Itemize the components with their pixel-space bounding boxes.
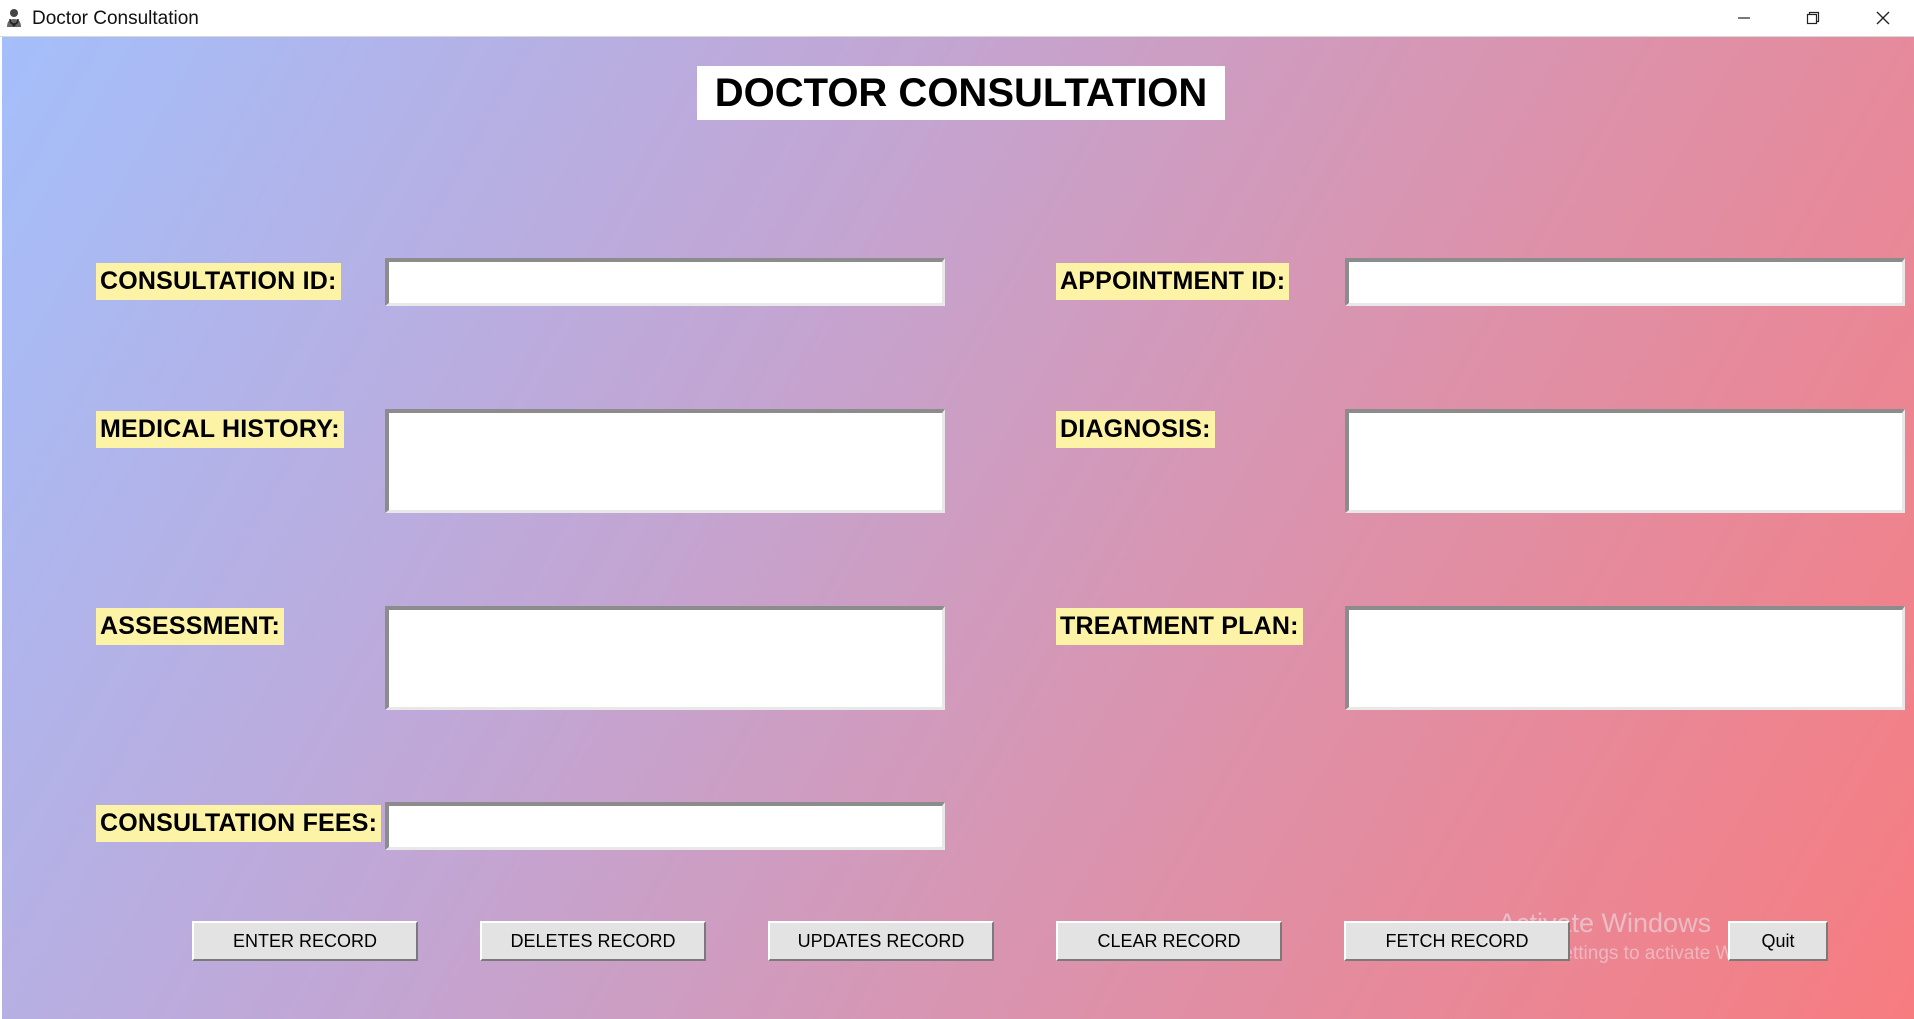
appointment-id-label: APPOINTMENT ID: (1056, 263, 1290, 300)
diagnosis-textarea[interactable] (1345, 409, 1905, 513)
consultation-fees-input[interactable] (385, 802, 945, 850)
restore-button[interactable] (1778, 0, 1848, 36)
medical-history-label: MEDICAL HISTORY: (96, 411, 344, 448)
consultation-id-label: CONSULTATION ID: (96, 263, 341, 300)
minimize-icon (1738, 17, 1750, 19)
delete-record-button[interactable]: DELETES RECORD (480, 921, 706, 961)
assessment-label: ASSESSMENT: (96, 608, 285, 645)
close-icon (1876, 11, 1890, 25)
treatment-plan-label: TREATMENT PLAN: (1056, 608, 1303, 645)
title-bar: Doctor Consultation (0, 0, 1914, 37)
minimize-button[interactable] (1709, 0, 1779, 36)
diagnosis-label: DIAGNOSIS: (1056, 411, 1215, 448)
quit-button[interactable]: Quit (1728, 921, 1828, 961)
form-panel: DOCTOR CONSULTATION CONSULTATION ID: APP… (2, 37, 1914, 1019)
enter-record-button[interactable]: ENTER RECORD (192, 921, 418, 961)
clear-record-button[interactable]: CLEAR RECORD (1056, 921, 1282, 961)
appointment-id-input[interactable] (1345, 258, 1905, 306)
treatment-plan-textarea[interactable] (1345, 606, 1905, 710)
medical-history-textarea[interactable] (385, 409, 945, 513)
close-button[interactable] (1848, 0, 1914, 36)
stethoscope-icon (3, 7, 25, 29)
page-title: DOCTOR CONSULTATION (697, 66, 1225, 120)
assessment-textarea[interactable] (385, 606, 945, 710)
window-title: Doctor Consultation (32, 8, 199, 29)
restore-icon (1806, 11, 1820, 25)
consultation-id-input[interactable] (385, 258, 945, 306)
update-record-button[interactable]: UPDATES RECORD (768, 921, 994, 961)
fetch-record-button[interactable]: FETCH RECORD (1344, 921, 1570, 961)
consultation-fees-label: CONSULTATION FEES: (96, 805, 382, 842)
